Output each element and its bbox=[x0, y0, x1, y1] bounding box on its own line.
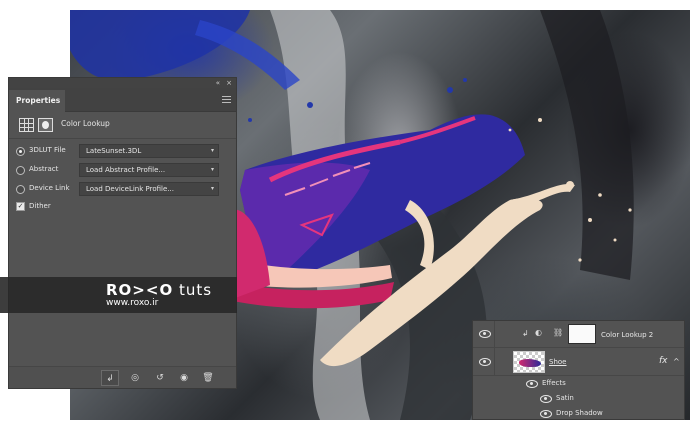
select-value: LateSunset.3DL bbox=[86, 147, 142, 155]
radio-abstract[interactable] bbox=[16, 166, 25, 175]
collapse-panel-icon[interactable]: « bbox=[216, 78, 220, 88]
adjustment-circle-icon: ◐ bbox=[535, 328, 542, 337]
brand-name: RO><O bbox=[106, 281, 174, 299]
chevron-down-icon: ▾ bbox=[210, 185, 214, 192]
eye-icon[interactable] bbox=[526, 380, 538, 388]
radio-device-link[interactable] bbox=[16, 185, 25, 194]
visibility-icon[interactable]: ◉ bbox=[175, 370, 193, 386]
dither-label: Dither bbox=[29, 202, 51, 210]
eye-icon[interactable] bbox=[540, 395, 552, 403]
chevron-down-icon: ▾ bbox=[210, 147, 214, 154]
eye-icon[interactable] bbox=[479, 358, 491, 366]
eye-icon[interactable] bbox=[540, 410, 552, 418]
panel-title-strip: « × bbox=[9, 78, 236, 88]
layer-mask-icon[interactable] bbox=[38, 118, 53, 132]
brand-logo: RO><O tuts bbox=[106, 281, 212, 299]
brand-site: www.roxo.ir bbox=[106, 298, 159, 308]
option-device-link[interactable]: Device Link Load DeviceLink Profile... ▾ bbox=[9, 181, 236, 197]
option-3dlut-file[interactable]: 3DLUT File LateSunset.3DL ▾ bbox=[9, 143, 236, 159]
option-abstract[interactable]: Abstract Load Abstract Profile... ▾ bbox=[9, 162, 236, 178]
effect-label: Drop Shadow bbox=[556, 409, 603, 417]
clipping-arrow-icon: ↲ bbox=[522, 329, 529, 338]
effect-row-drop-shadow[interactable]: Drop Shadow bbox=[473, 406, 684, 421]
chevron-down-icon: ▾ bbox=[210, 166, 214, 173]
layer-mask-thumbnail[interactable] bbox=[568, 324, 596, 344]
eye-icon[interactable] bbox=[479, 330, 491, 338]
device-link-select[interactable]: Load DeviceLink Profile... ▾ bbox=[79, 182, 219, 196]
option-label: Abstract bbox=[29, 165, 59, 173]
watermark-band: RO><O tuts www.roxo.ir bbox=[0, 277, 237, 313]
radio-3dlut[interactable] bbox=[16, 147, 25, 156]
panel-bottom-toolbar: ↲ ◎ ↺ ◉ 🗑 bbox=[9, 366, 236, 388]
properties-panel: « × Properties Color Lookup 3DLUT File L… bbox=[8, 77, 237, 389]
fx-icon[interactable]: fx bbox=[659, 356, 668, 366]
effect-row-satin[interactable]: Satin bbox=[473, 391, 684, 406]
tab-properties[interactable]: Properties bbox=[9, 90, 65, 112]
select-value: Load DeviceLink Profile... bbox=[86, 185, 174, 193]
dither-checkbox[interactable]: ✓ bbox=[16, 202, 25, 211]
close-panel-icon[interactable]: × bbox=[226, 78, 232, 88]
adjustments-grid-icon[interactable] bbox=[19, 118, 34, 132]
3dlut-select[interactable]: LateSunset.3DL ▾ bbox=[79, 144, 219, 158]
visibility-column bbox=[473, 321, 495, 347]
layer-name[interactable]: Shoe bbox=[549, 358, 566, 366]
link-icon: ⛓ bbox=[553, 328, 564, 337]
effects-label: Effects bbox=[542, 379, 566, 387]
panel-menu-icon[interactable] bbox=[222, 96, 231, 103]
reset-icon[interactable]: ↺ bbox=[151, 370, 169, 386]
abstract-select[interactable]: Load Abstract Profile... ▾ bbox=[79, 163, 219, 177]
option-label: 3DLUT File bbox=[29, 146, 66, 154]
layers-panel: ↲ ◐ ⛓ Color Lookup 2 Shoe fx ^ Effects S… bbox=[472, 320, 685, 420]
shoe-layer-thumbnail[interactable] bbox=[513, 351, 545, 373]
clip-to-layer-icon[interactable]: ↲ bbox=[101, 370, 119, 386]
adjustment-title: Color Lookup bbox=[61, 119, 110, 128]
layer-row-color-lookup[interactable]: ↲ ◐ ⛓ Color Lookup 2 bbox=[473, 321, 684, 348]
adjustment-header: Color Lookup bbox=[9, 113, 236, 139]
option-label: Device Link bbox=[29, 184, 70, 192]
trash-icon[interactable]: 🗑 bbox=[199, 370, 217, 386]
visibility-column bbox=[473, 348, 495, 375]
effects-row[interactable]: Effects bbox=[473, 376, 684, 391]
brand-suffix: tuts bbox=[178, 281, 213, 299]
panel-tab-bar: Properties bbox=[9, 88, 236, 112]
layer-row-shoe[interactable]: Shoe fx ^ bbox=[473, 348, 684, 376]
chevron-up-icon[interactable]: ^ bbox=[673, 357, 680, 366]
option-dither[interactable]: ✓ Dither bbox=[9, 199, 236, 215]
layer-name[interactable]: Color Lookup 2 bbox=[601, 331, 653, 339]
effect-label: Satin bbox=[556, 394, 574, 402]
view-previous-icon[interactable]: ◎ bbox=[126, 370, 144, 386]
select-value: Load Abstract Profile... bbox=[86, 166, 166, 174]
